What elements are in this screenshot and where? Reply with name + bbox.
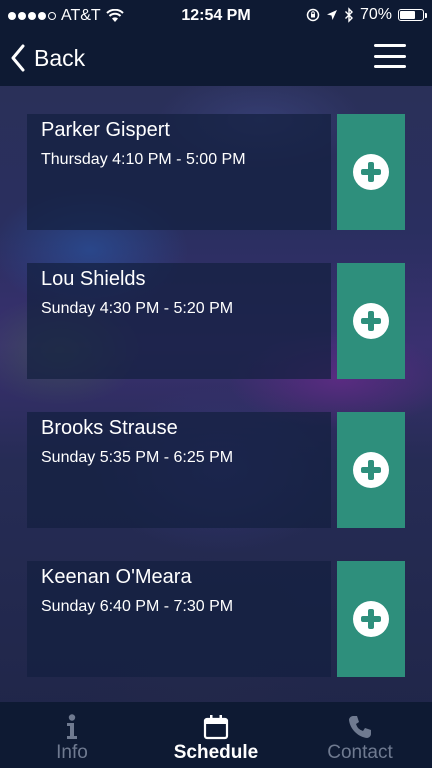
schedule-item-info[interactable]: Brooks Strause Sunday 5:35 PM - 6:25 PM (27, 412, 331, 528)
calendar-icon (202, 714, 230, 740)
performance-time: Sunday 4:30 PM - 5:20 PM (41, 300, 234, 317)
add-to-schedule-button[interactable] (337, 561, 405, 677)
chevron-left-icon (11, 44, 25, 72)
plus-circle-icon (353, 601, 389, 637)
navigation-bar: Back (0, 32, 432, 86)
info-icon (58, 714, 86, 740)
plus-circle-icon (353, 154, 389, 190)
tab-info-label: Info (56, 742, 88, 763)
menu-icon-line (374, 65, 406, 68)
back-label: Back (34, 44, 86, 71)
rotation-lock-icon (306, 8, 320, 22)
back-button[interactable]: Back (10, 40, 85, 76)
status-bar: AT&T 12:54 PM 70% (0, 0, 432, 32)
tab-contact-label: Contact (327, 742, 393, 763)
performer-name: Keenan O'Meara (41, 566, 192, 588)
add-to-schedule-button[interactable] (337, 412, 405, 528)
hamburger-menu-button[interactable] (374, 44, 406, 68)
performance-time: Sunday 6:40 PM - 7:30 PM (41, 598, 234, 615)
menu-icon-line (374, 54, 406, 58)
battery-icon (398, 9, 427, 21)
schedule-item: Keenan O'Meara Sunday 6:40 PM - 7:30 PM (27, 561, 405, 677)
performance-time: Thursday 4:10 PM - 5:00 PM (41, 151, 246, 168)
tab-bar: Info Schedule Contact (0, 702, 432, 768)
schedule-item: Brooks Strause Sunday 5:35 PM - 6:25 PM (27, 412, 405, 528)
tab-schedule[interactable]: Schedule (144, 702, 288, 768)
performer-name: Lou Shields (41, 268, 146, 290)
location-arrow-icon (326, 10, 337, 20)
status-right: 70% (306, 6, 427, 24)
schedule-item-info[interactable]: Lou Shields Sunday 4:30 PM - 5:20 PM (27, 263, 331, 379)
tab-schedule-label: Schedule (173, 742, 259, 763)
performance-time: Sunday 5:35 PM - 6:25 PM (41, 449, 234, 466)
schedule-item-info[interactable]: Parker Gispert Thursday 4:10 PM - 5:00 P… (27, 114, 331, 230)
tab-info[interactable]: Info (0, 702, 144, 768)
plus-circle-icon (353, 303, 389, 339)
battery-percent: 70% (359, 6, 392, 23)
phone-icon (346, 714, 374, 740)
schedule-item-info[interactable]: Keenan O'Meara Sunday 6:40 PM - 7:30 PM (27, 561, 331, 677)
menu-icon-line (374, 44, 406, 47)
performer-name: Brooks Strause (41, 417, 178, 439)
schedule-item: Lou Shields Sunday 4:30 PM - 5:20 PM (27, 263, 405, 379)
add-to-schedule-button[interactable] (337, 263, 405, 379)
tab-contact[interactable]: Contact (288, 702, 432, 768)
add-to-schedule-button[interactable] (337, 114, 405, 230)
bluetooth-icon (344, 7, 353, 23)
performer-name: Parker Gispert (41, 119, 170, 141)
schedule-item: Parker Gispert Thursday 4:10 PM - 5:00 P… (27, 114, 405, 230)
plus-circle-icon (353, 452, 389, 488)
